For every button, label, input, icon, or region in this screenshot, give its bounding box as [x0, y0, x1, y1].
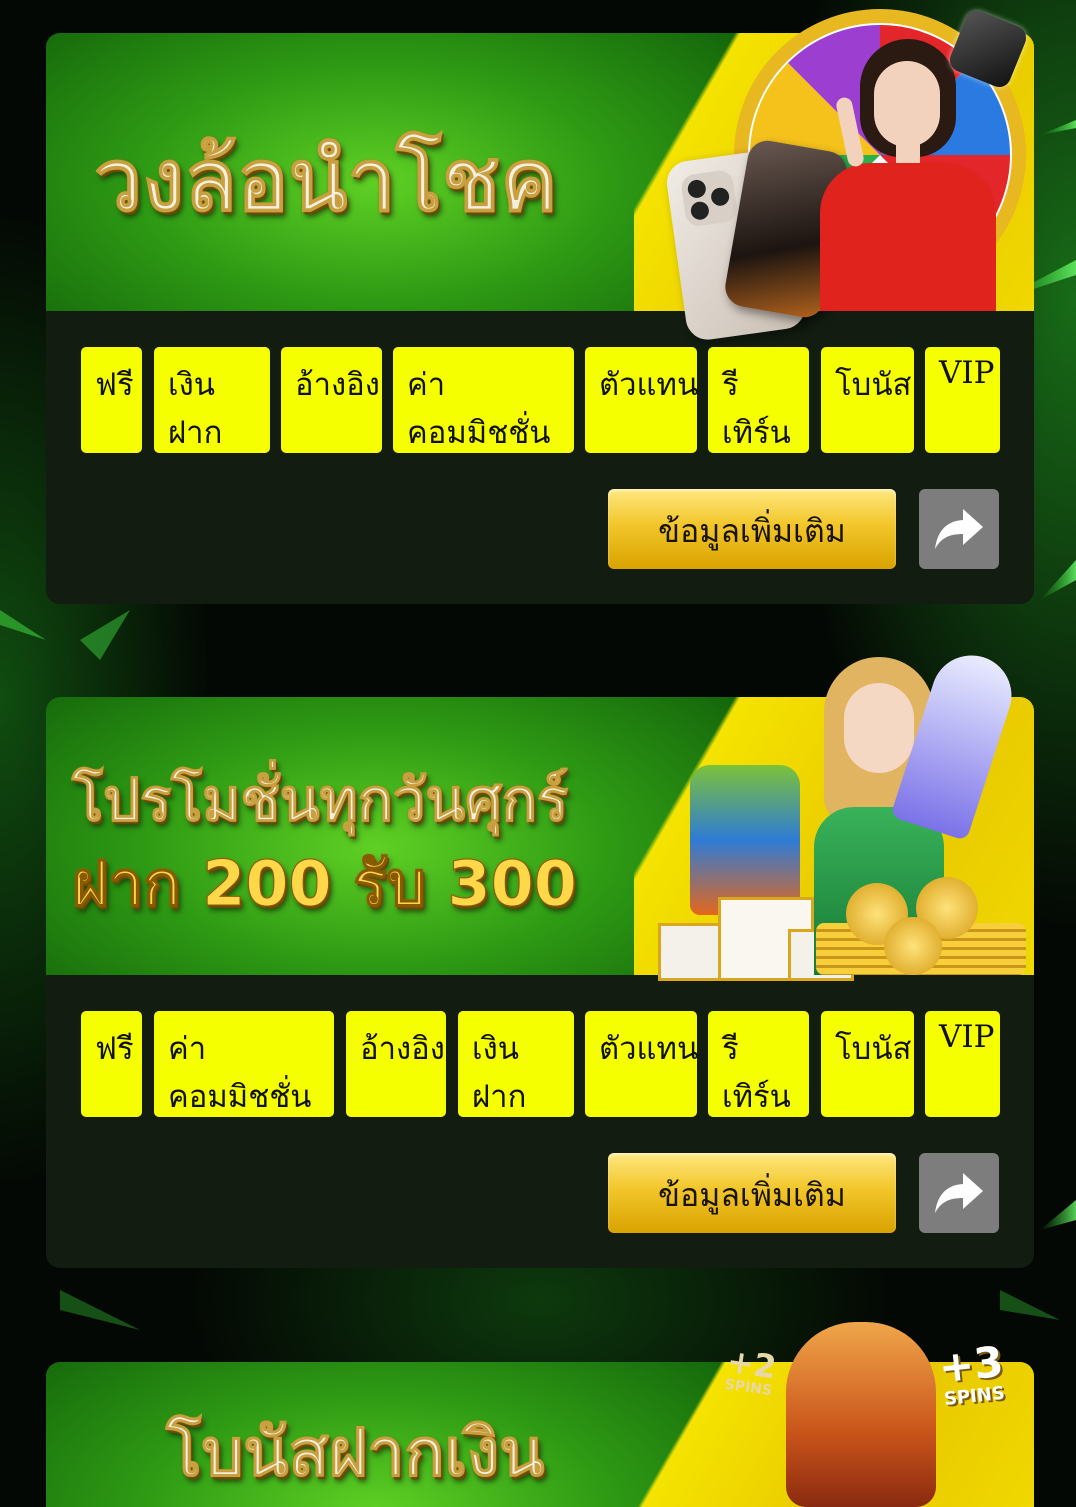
tag-free[interactable]: ฟรี — [81, 347, 142, 453]
tag-commission[interactable]: ค่า คอมมิชชั่น — [393, 347, 574, 453]
banner-title: โบนัสฝากเงิน — [165, 1414, 545, 1492]
tag-free[interactable]: ฟรี — [81, 1011, 142, 1117]
tag-deposit[interactable]: เงิน ฝาก — [458, 1011, 574, 1117]
tag-commission[interactable]: ค่า คอมมิชชั่น — [154, 1011, 334, 1117]
share-button[interactable] — [919, 489, 999, 569]
tag-referral[interactable]: อ้างอิง — [281, 347, 382, 453]
share-arrow-icon — [935, 509, 983, 549]
promo-card-lucky-wheel: วงล้อนำโชค ฟรี เงิน ฝาก อ้างอิง ค่า คอมม… — [46, 7, 1034, 604]
promo-card-deposit-bonus: โบนัสฝากเงิน +2 SPINS +3 SPINS — [46, 1322, 1034, 1507]
promo-card-friday: โปรโมชั่นทุกวันศุกร์ ฝาก 200 รับ 300 ฟรี… — [46, 645, 1034, 1268]
tag-return[interactable]: รี เทิร์น — [708, 1011, 809, 1117]
share-arrow-icon — [935, 1173, 983, 1213]
tag-bonus[interactable]: โบนัส — [821, 347, 914, 453]
banner-title-line2: ฝาก 200 รับ 300 — [72, 847, 578, 921]
promo-banner-lucky-wheel[interactable]: วงล้อนำโชค — [46, 7, 1034, 343]
tag-vip[interactable]: VIP — [925, 1011, 1000, 1117]
spins-badge-right: +3 SPINS — [936, 1336, 1008, 1410]
promo-model-figure — [812, 39, 1002, 311]
banner-title: วงล้อนำโชค — [94, 131, 559, 232]
tag-referral[interactable]: อ้างอิง — [346, 1011, 446, 1117]
more-info-button[interactable]: ข้อมูลเพิ่มเติม — [608, 1153, 896, 1233]
tag-vip[interactable]: VIP — [925, 347, 1000, 453]
more-info-button[interactable]: ข้อมูลเพิ่มเติม — [608, 489, 896, 569]
share-button[interactable] — [919, 1153, 999, 1233]
tag-deposit[interactable]: เงิน ฝาก — [154, 347, 270, 453]
banner-title-line1: โปรโมชั่นทุกวันศุกร์ — [71, 766, 569, 835]
promo-banner-friday[interactable]: โปรโมชั่นทุกวันศุกร์ ฝาก 200 รับ 300 — [46, 645, 1034, 981]
tag-agent[interactable]: ตัวแทน — [585, 347, 697, 453]
gold-coins-image — [816, 877, 1026, 975]
promo-banner-deposit-bonus[interactable]: โบนัสฝากเงิน +2 SPINS +3 SPINS — [46, 1322, 1034, 1507]
spins-badge-left: +2 SPINS — [723, 1342, 779, 1399]
tag-agent[interactable]: ตัวแทน — [585, 1011, 697, 1117]
dragon-image — [786, 1322, 936, 1507]
tag-return[interactable]: รี เทิร์น — [708, 347, 809, 453]
tag-bonus[interactable]: โบนัส — [821, 1011, 914, 1117]
spins-badge-right-value: +3 — [936, 1336, 1006, 1393]
